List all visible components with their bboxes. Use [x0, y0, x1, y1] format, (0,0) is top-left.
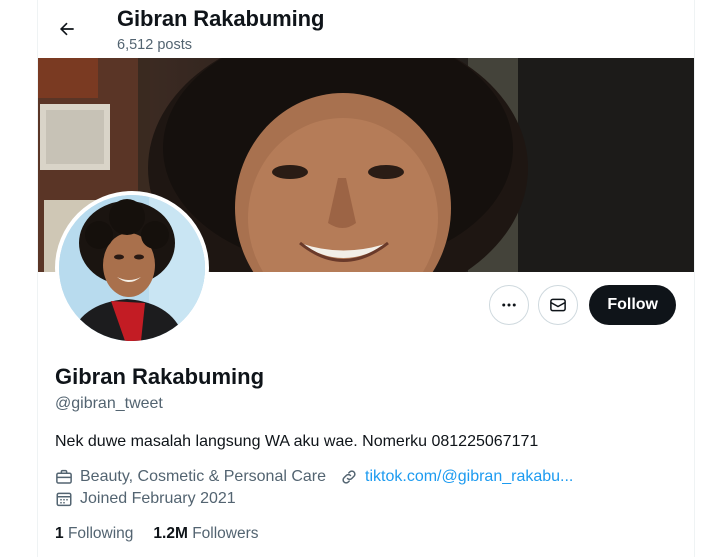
followers-label: Followers [192, 525, 259, 542]
profile-website-link[interactable]: tiktok.com/@gibran_rakabu... [365, 468, 573, 486]
profile-joined-date: Joined February 2021 [80, 490, 236, 507]
profile-handle: @gibran_tweet [55, 395, 163, 412]
follow-stats: 1 Following 1.2M Followers [55, 525, 259, 543]
follow-button[interactable]: Follow [589, 285, 676, 325]
profile-joined-row: Joined February 2021 [55, 490, 236, 508]
followers-link[interactable]: 1.2M Followers [153, 525, 258, 543]
header-post-count: 6,512 posts [117, 37, 192, 53]
envelope-icon [550, 298, 567, 312]
profile-page: Gibran Rakabuming 6,512 posts Follow Gib… [37, 0, 695, 557]
more-button[interactable] [489, 285, 530, 325]
followers-count: 1.2M [153, 525, 188, 542]
back-button[interactable] [52, 14, 82, 44]
following-label: Following [67, 525, 134, 542]
profile-header-bar: Gibran Rakabuming 6,512 posts [38, 0, 694, 58]
profile-category: Beauty, Cosmetic & Personal Care [80, 468, 327, 485]
profile-avatar[interactable] [55, 191, 209, 345]
briefcase-icon [55, 468, 73, 486]
header-display-name: Gibran Rakabuming [117, 6, 325, 31]
message-button[interactable] [538, 285, 579, 325]
profile-meta-row: Beauty, Cosmetic & Personal Care tiktok.… [55, 468, 573, 486]
calendar-icon [55, 490, 73, 508]
more-horizontal-icon [502, 303, 517, 307]
following-link[interactable]: 1 Following [55, 525, 133, 543]
profile-actions: Follow [489, 285, 676, 325]
profile-display-name: Gibran Rakabuming [55, 364, 265, 389]
arrow-left-icon [59, 22, 74, 36]
profile-bio: Nek duwe masalah langsung WA aku wae. No… [55, 433, 539, 450]
following-count: 1 [55, 525, 64, 542]
link-icon [340, 468, 358, 486]
